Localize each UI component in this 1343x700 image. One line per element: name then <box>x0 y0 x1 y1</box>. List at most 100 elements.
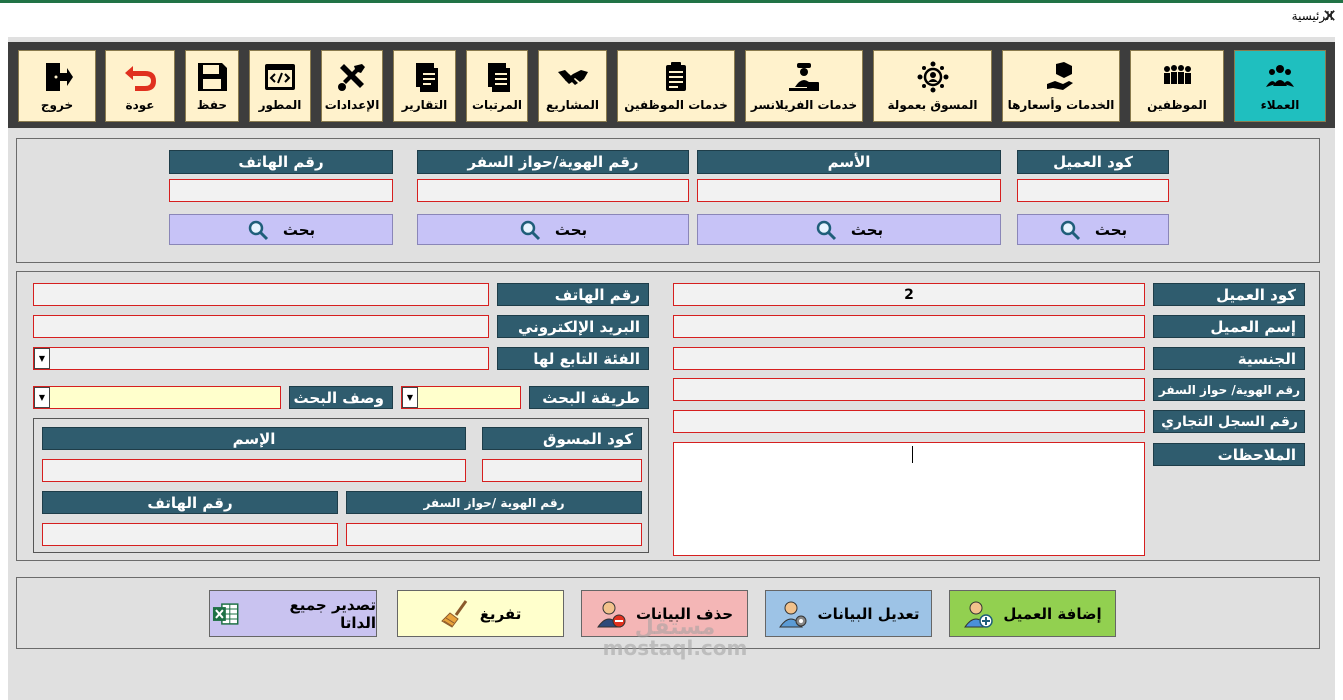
search-code-input[interactable] <box>1017 179 1169 202</box>
search-description-label: وصف البحث <box>289 386 393 409</box>
phone-label: رقم الهاتف <box>497 283 649 306</box>
exit-icon <box>46 63 73 91</box>
category-label: الفئة التابع لها <box>497 347 649 370</box>
search-description-dropdown-arrow[interactable]: ▼ <box>34 387 50 408</box>
search-by-name-button[interactable]: بحث <box>697 214 1001 245</box>
customer-id-label: رقم الهوية/ حواز السفر <box>1153 378 1305 401</box>
search-method-select[interactable] <box>401 386 521 409</box>
marketer-name-label: الإسم <box>42 427 466 450</box>
edit-data-button[interactable]: تعديل البيانات <box>765 590 932 637</box>
add-customer-label: إضافة العميل <box>1003 604 1102 623</box>
commercial-register-input[interactable] <box>673 410 1145 433</box>
edit-data-label: تعديل البيانات <box>817 604 920 623</box>
search-button-label: بحث <box>282 220 316 239</box>
toolbar-back-button[interactable]: عودة <box>105 50 175 122</box>
employees-icon <box>1164 65 1191 84</box>
broom-icon <box>440 599 467 628</box>
search-name-input[interactable] <box>697 179 1001 202</box>
search-description-select[interactable] <box>33 386 281 409</box>
search-code-label: كود العميل <box>1017 150 1169 174</box>
search-button-label: بحث <box>554 220 588 239</box>
email-label: البريد الإلكتروني <box>497 315 649 338</box>
search-button-label: بحث <box>1094 220 1128 239</box>
marketer-code-input[interactable] <box>482 459 642 482</box>
search-phone-input[interactable] <box>169 179 393 202</box>
marketer-name-input[interactable] <box>42 459 466 482</box>
toolbar-freelancer-button[interactable]: خدمات الفريلانسر <box>745 50 863 122</box>
phone-input[interactable] <box>33 283 489 306</box>
clear-form-button[interactable]: تفريغ <box>397 590 564 637</box>
watermark-url: mostaql.com <box>602 636 748 660</box>
search-by-id-button[interactable]: بحث <box>417 214 689 245</box>
freelancer-icon <box>789 63 819 91</box>
report-icon <box>415 63 438 92</box>
export-all-data-button[interactable]: تصدير جميع الداتا <box>209 590 377 637</box>
back-arrow-icon <box>125 66 156 91</box>
add-customer-button[interactable]: إضافة العميل <box>949 590 1116 637</box>
main-toolbar: العملاء الموظفين الخدمات وأسعارها المسوق… <box>8 42 1335 128</box>
nationality-label: الجنسية <box>1153 347 1305 370</box>
search-name-label: الأسم <box>697 150 1001 174</box>
search-icon <box>520 220 540 240</box>
clear-form-label: تفريغ <box>479 604 522 623</box>
code-icon <box>265 64 295 90</box>
toolbar-save-button[interactable]: حفظ <box>185 50 239 122</box>
export-all-data-label: تصدير جميع الداتا <box>289 595 377 632</box>
search-method-dropdown-arrow[interactable]: ▼ <box>402 387 418 408</box>
document-icon <box>488 63 510 92</box>
toolbar-exit-button[interactable]: خروج <box>18 50 96 122</box>
toolbar-salaries-button[interactable]: المرتبات <box>466 50 528 122</box>
commercial-register-label: رقم السجل التجاري <box>1153 410 1305 433</box>
category-select[interactable] <box>33 347 489 370</box>
title-bar <box>0 3 1343 37</box>
customer-name-input[interactable] <box>673 315 1145 338</box>
save-icon <box>198 63 227 91</box>
customers-icon <box>1266 65 1294 87</box>
customer-id-input[interactable] <box>673 378 1145 401</box>
marketer-code-label: كود المسوق <box>482 427 642 450</box>
customer-code-input[interactable]: 2 <box>673 283 1145 306</box>
close-window-button[interactable]: ✕ <box>1322 6 1337 27</box>
toolbar-employee-services-button[interactable]: خدمات الموظفين <box>617 50 735 122</box>
search-button-label: بحث <box>850 220 884 239</box>
search-method-label: طريقة البحث <box>529 386 649 409</box>
clipboard-icon <box>666 62 686 91</box>
toolbar-affiliate-button[interactable]: المسوق بعمولة <box>873 50 992 122</box>
category-dropdown-arrow[interactable]: ▼ <box>34 348 50 369</box>
handshake-icon <box>557 70 588 85</box>
search-id-label: رقم الهوية/حواز السفر <box>417 150 689 174</box>
marketer-phone-label: رقم الهاتف <box>42 491 338 514</box>
nationality-input[interactable] <box>673 347 1145 370</box>
toolbar-projects-button[interactable]: المشاريع <box>538 50 607 122</box>
customer-code-label: كود العميل <box>1153 283 1305 306</box>
toolbar-services-button[interactable]: الخدمات وأسعارها <box>1002 50 1120 122</box>
toolbar-employees-button[interactable]: الموظفين <box>1130 50 1224 122</box>
text-cursor <box>912 446 913 463</box>
search-by-phone-button[interactable]: بحث <box>169 214 393 245</box>
toolbar-settings-button[interactable]: الإعدادات <box>321 50 383 122</box>
search-phone-label: رقم الهاتف <box>169 150 393 174</box>
marketer-id-label: رقم الهوية /حواز السفر <box>346 491 642 514</box>
services-prices-icon <box>1047 62 1073 90</box>
tools-icon <box>338 64 365 91</box>
marketer-phone-input[interactable] <box>42 523 338 546</box>
watermark-arabic: مستقل <box>634 615 716 640</box>
edit-user-icon <box>778 601 806 627</box>
notes-label: الملاحظات <box>1153 443 1305 466</box>
search-icon <box>816 220 836 240</box>
search-icon <box>248 220 268 240</box>
mostaql-watermark: مستقل mostaql.com <box>590 615 760 660</box>
excel-icon <box>212 602 239 625</box>
notes-textarea[interactable] <box>673 442 1145 556</box>
toolbar-developer-button[interactable]: المطور <box>249 50 311 122</box>
add-user-icon <box>964 601 994 628</box>
affiliate-marketer-icon <box>917 61 948 93</box>
search-id-input[interactable] <box>417 179 689 202</box>
toolbar-reports-button[interactable]: التقارير <box>393 50 456 122</box>
marketer-id-input[interactable] <box>346 523 642 546</box>
search-icon <box>1060 220 1080 240</box>
search-by-code-button[interactable]: بحث <box>1017 214 1169 245</box>
email-input[interactable] <box>33 315 489 338</box>
toolbar-customers-button[interactable]: العملاء <box>1234 50 1326 122</box>
customer-name-label: إسم العميل <box>1153 315 1305 338</box>
